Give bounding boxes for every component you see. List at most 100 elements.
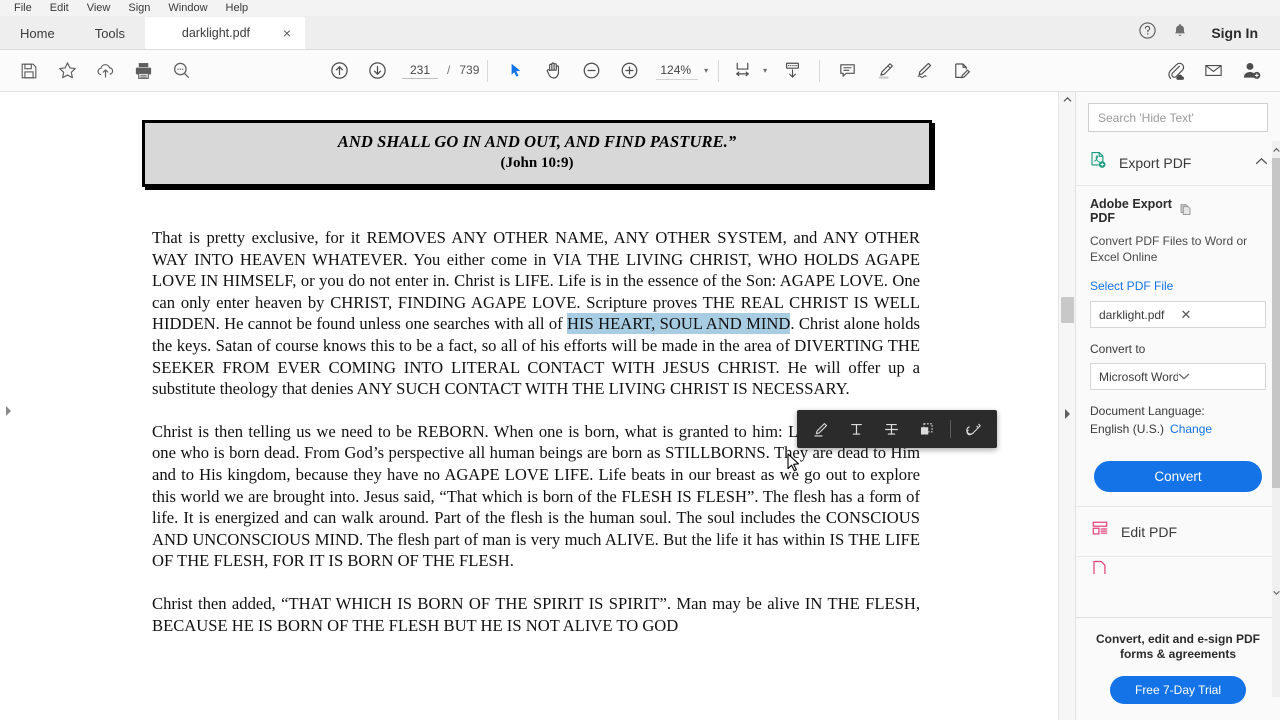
expand-left-panel-icon[interactable] [3,404,13,418]
selected-file-field[interactable]: darklight.pdf ✕ [1090,301,1266,328]
main-area: AND SHALL GO IN AND OUT, AND FIND PASTUR… [0,92,1280,720]
email-icon[interactable] [1194,52,1232,90]
menu-item-sign[interactable]: Sign [119,0,159,17]
page-scroll-icon[interactable] [773,52,811,90]
menu-item-view[interactable]: View [78,0,120,17]
highlighter-icon[interactable] [866,52,904,90]
paragraph-3: Christ then added, “THAT WHICH IS BORN O… [152,593,920,635]
clear-file-icon[interactable]: ✕ [1176,307,1258,323]
attach-cloud-icon[interactable] [1156,52,1194,90]
print-icon[interactable] [124,52,162,90]
chevron-down-icon: ▾ [704,66,709,75]
chevron-down-icon [1178,370,1257,384]
next-tool-row-partial[interactable] [1076,556,1280,574]
convert-to-select[interactable]: Microsoft Word (*.docx) [1090,363,1266,390]
document-language-value: English (U.S.) [1090,422,1165,436]
fit-page-dropdown[interactable]: ▾ [757,66,767,75]
main-toolbar: / 739 124% ▾ [0,50,1280,92]
save-icon[interactable] [10,52,48,90]
toolbar-divider-2 [718,59,720,82]
export-pdf-tool-header[interactable]: Export PDF [1076,141,1280,186]
sidebar-search-wrapper [1076,92,1280,141]
zoom-level-dropdown[interactable]: 124% ▾ [656,61,708,80]
sidebar-scroll-up-icon[interactable] [1272,144,1280,156]
convert-to-value: Microsoft Word (*.docx) [1099,369,1178,384]
toolbar-right-group [1156,52,1270,90]
menu-item-file[interactable]: File [5,0,41,17]
document-tab-label: darklight.pdf [181,26,250,40]
previous-page-icon[interactable] [320,52,358,90]
page-number-input[interactable] [402,62,438,79]
toolbar-divider-3 [819,59,821,82]
export-pdf-panel-title-row: Adobe Export PDF [1090,197,1266,225]
sidebar-scrollbar-thumb[interactable] [1272,158,1280,488]
page-total: 739 [459,62,480,77]
expand-right-panel-icon[interactable] [1061,407,1073,421]
link-edit-icon[interactable] [956,414,991,444]
edit-pdf-label: Edit PDF [1121,523,1178,540]
page-separator: / [447,62,451,77]
menu-item-edit[interactable]: Edit [41,0,78,17]
copy-pages-icon[interactable] [1178,202,1266,220]
selected-file-name: darklight.pdf [1099,307,1165,322]
fit-page-icon[interactable] [727,52,757,90]
tab-strip: Home Tools darklight.pdf × Sign In [0,17,1280,50]
menu-item-help[interactable]: Help [217,0,258,17]
star-icon[interactable] [48,52,86,90]
search-tools-input[interactable] [1088,103,1268,132]
convert-button[interactable]: Convert [1094,461,1262,492]
menu-item-window[interactable]: Window [159,0,216,17]
left-panel-rail [0,92,16,720]
convert-to-label: Convert to [1090,342,1146,356]
add-person-icon[interactable] [1232,52,1270,90]
scroll-up-icon[interactable] [1059,92,1075,107]
help-circle-icon[interactable] [1138,21,1157,45]
promo-line-1: Convert, edit and e-sign PDF [1095,632,1260,646]
comment-icon[interactable] [828,52,866,90]
selected-text-highlight[interactable]: HIS HEART, SOUL AND MIND [567,313,791,335]
export-pdf-icon [1088,150,1108,175]
sign-in-button[interactable]: Sign In [1203,23,1266,43]
scripture-verse-text: AND SHALL GO IN AND OUT, AND FIND PASTUR… [337,132,737,151]
document-scrollbar[interactable] [1058,92,1075,720]
tools-sidebar: Export PDF Adobe Export PDF Convert PDF … [1075,92,1280,720]
chevron-up-icon[interactable] [1255,157,1268,169]
fill-and-sign-icon[interactable] [942,52,980,90]
change-language-link[interactable]: Change [1170,422,1212,436]
search-icon[interactable] [162,52,200,90]
export-pdf-description: Convert PDF Files to Word or Excel Onlin… [1090,234,1248,264]
hand-tool-icon[interactable] [534,52,572,90]
scrollbar-thumb[interactable] [1061,297,1074,323]
sidebar-scroll-down-icon[interactable] [1272,587,1280,599]
menu-bar: File Edit View Sign Window Help [0,0,1280,17]
free-trial-button[interactable]: Free 7-Day Trial [1110,676,1246,704]
underline-text-icon[interactable] [838,414,873,444]
create-pdf-icon [1090,559,1110,574]
strikethrough-text-icon[interactable] [874,414,909,444]
close-icon[interactable]: × [283,26,291,40]
edit-pdf-tool-row[interactable]: Edit PDF [1076,506,1280,556]
select-tool-icon[interactable] [496,52,534,90]
floating-toolbar-divider [949,420,951,438]
promo-line-2: forms & agreements [1119,647,1237,661]
pen-draw-icon[interactable] [904,52,942,90]
tools-button[interactable]: Tools [75,17,145,49]
document-viewport[interactable]: AND SHALL GO IN AND OUT, AND FIND PASTUR… [16,92,1058,720]
scripture-callout-box: AND SHALL GO IN AND OUT, AND FIND PASTUR… [142,120,932,187]
edit-pdf-icon [1090,519,1110,544]
page-navigation: / 739 [402,62,480,79]
copy-area-icon[interactable] [909,414,944,444]
pdf-page-231: AND SHALL GO IN AND OUT, AND FIND PASTUR… [16,92,1058,636]
zoom-level-value: 124% [656,61,699,80]
next-page-icon[interactable] [358,52,396,90]
document-tab-darklight[interactable]: darklight.pdf × [145,17,306,49]
select-pdf-file-link[interactable]: Select PDF File [1090,279,1266,293]
bell-icon[interactable] [1171,22,1189,45]
cloud-upload-icon[interactable] [86,52,124,90]
promo-banner: Convert, edit and e-sign PDF forms & agr… [1076,617,1280,720]
home-button[interactable]: Home [0,17,75,49]
export-pdf-label: Export PDF [1119,154,1192,171]
highlight-marker-icon[interactable] [803,414,838,444]
zoom-in-icon[interactable] [610,52,648,90]
zoom-out-icon[interactable] [572,52,610,90]
